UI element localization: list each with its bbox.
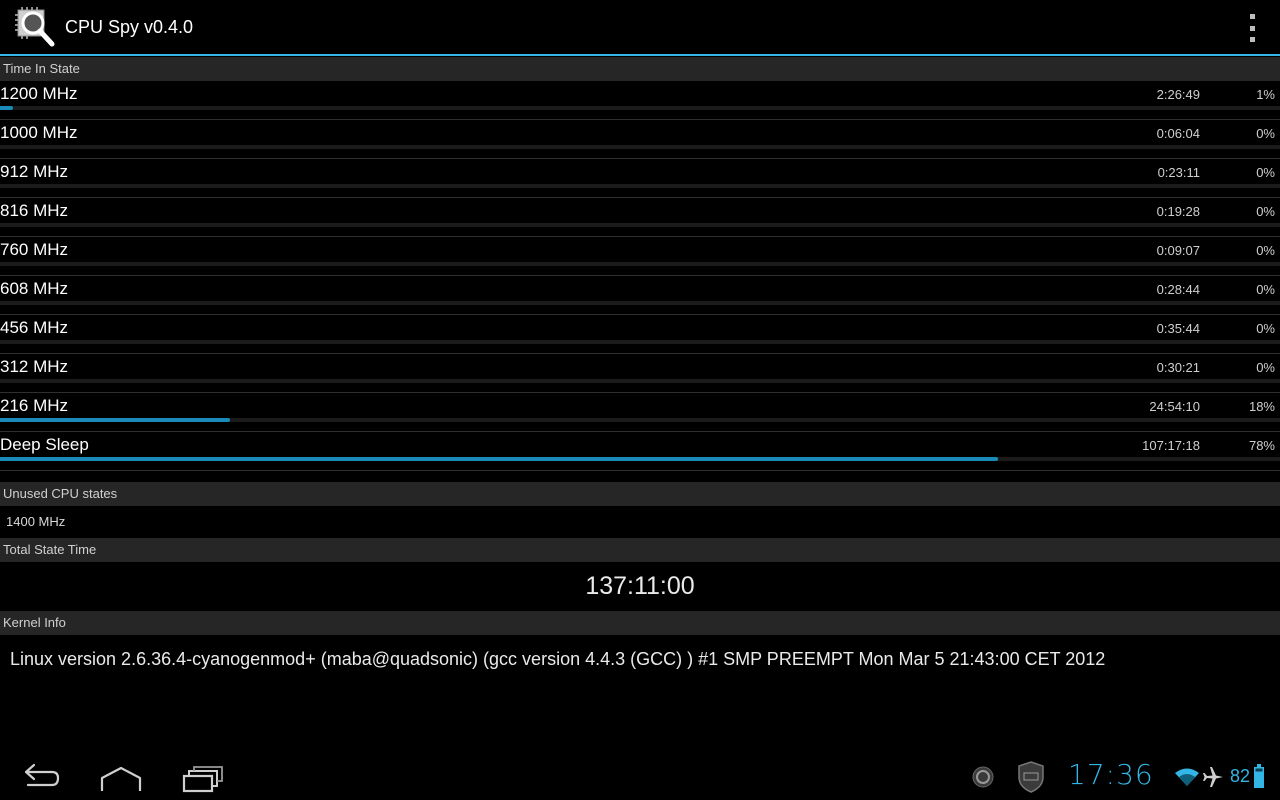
state-name: Deep Sleep	[0, 435, 89, 454]
state-row: 1000 MHz 0:06:04 0%	[0, 120, 1280, 159]
state-progress-track	[0, 379, 1280, 383]
state-row: 608 MHz 0:28:44 0%	[0, 276, 1280, 315]
battery-icon	[1254, 764, 1264, 788]
state-percent: 0%	[1256, 243, 1275, 258]
state-percent: 0%	[1256, 321, 1275, 336]
state-progress-bar	[0, 418, 231, 422]
action-bar: CPU Spy v0.4.0	[0, 0, 1280, 56]
lbe-shield-icon[interactable]	[1016, 760, 1046, 794]
state-progress-track	[0, 340, 1280, 344]
state-name: 1000 MHz	[0, 123, 78, 142]
state-time: 107:17:18	[1142, 438, 1200, 453]
state-row: 912 MHz 0:23:11 0%	[0, 159, 1280, 198]
state-name: 816 MHz	[0, 201, 69, 220]
state-percent: 0%	[1256, 126, 1275, 141]
state-time: 0:35:44	[1156, 321, 1200, 336]
state-progress-track	[0, 145, 1280, 149]
wifi-icon	[1175, 768, 1199, 786]
home-icon[interactable]	[96, 760, 146, 794]
state-time: 0:09:07	[1156, 243, 1200, 258]
state-time: 0:23:11	[1157, 165, 1200, 180]
state-percent: 0%	[1256, 360, 1275, 375]
state-time: 0:28:44	[1156, 282, 1200, 297]
state-time: 0:06:04	[1156, 126, 1200, 141]
state-row: 760 MHz 0:09:07 0%	[0, 237, 1280, 276]
state-row: 1200 MHz 2:26:49 1%	[0, 81, 1280, 120]
state-name: 312 MHz	[0, 357, 69, 376]
state-percent: 78%	[1248, 438, 1275, 453]
state-percent: 0%	[1256, 204, 1275, 219]
airplane-mode-icon	[1203, 767, 1223, 787]
back-icon[interactable]	[16, 760, 66, 794]
app-title: CPU Spy v0.4.0	[65, 17, 194, 37]
state-progress-track	[0, 184, 1280, 188]
recent-apps-icon[interactable]	[178, 760, 228, 794]
action-bar-divider	[0, 54, 1280, 56]
unused-states-header: Unused CPU states	[0, 482, 1280, 506]
state-name: 216 MHz	[0, 396, 69, 415]
state-time: 0:30:21	[1156, 360, 1200, 375]
overflow-menu-icon[interactable]	[1246, 14, 1258, 42]
state-progress-track	[0, 418, 1280, 422]
state-progress-bar	[0, 457, 999, 461]
state-row: 216 MHz 24:54:10 18%	[0, 393, 1280, 432]
state-time: 24:54:10	[1149, 399, 1200, 414]
time-in-state-header: Time In State	[0, 57, 1280, 81]
state-progress-track	[0, 301, 1280, 305]
state-progress-track	[0, 223, 1280, 227]
state-progress-track	[0, 457, 1280, 461]
state-progress-track	[0, 106, 1280, 110]
state-row: Deep Sleep 107:17:18 78%	[0, 432, 1280, 471]
status-clock: 17:36	[1068, 758, 1154, 791]
system-bar: 17:36 82	[0, 752, 1280, 800]
notification-circle-icon[interactable]	[972, 766, 994, 788]
total-state-time: 137:11:00	[585, 572, 695, 600]
state-row: 816 MHz 0:19:28 0%	[0, 198, 1280, 237]
state-name: 760 MHz	[0, 240, 69, 259]
state-row: 456 MHz 0:35:44 0%	[0, 315, 1280, 354]
state-row: 312 MHz 0:30:21 0%	[0, 354, 1280, 393]
state-name: 1200 MHz	[0, 84, 78, 103]
state-time: 0:19:28	[1156, 204, 1200, 219]
state-time: 2:26:49	[1156, 87, 1200, 102]
cpu-magnifier-icon[interactable]	[14, 6, 58, 50]
states-list: 1200 MHz 2:26:49 1% 1000 MHz 0:06:04 0% 912 MH…	[0, 81, 1280, 471]
battery-level: 82	[1230, 766, 1251, 786]
unused-state-value: 1400 MHz	[6, 514, 66, 529]
kernel-info-header: Kernel Info	[0, 611, 1280, 635]
state-percent: 0%	[1256, 282, 1275, 297]
state-progress-bar	[0, 106, 13, 110]
state-percent: 18%	[1248, 399, 1275, 414]
state-percent: 1%	[1256, 87, 1275, 102]
state-name: 912 MHz	[0, 162, 69, 181]
total-time-header: Total State Time	[0, 538, 1280, 562]
state-name: 456 MHz	[0, 318, 69, 337]
state-name: 608 MHz	[0, 279, 69, 298]
state-progress-track	[0, 262, 1280, 266]
state-percent: 0%	[1256, 165, 1275, 180]
kernel-info-text: Linux version 2.6.36.4-cyanogenmod+ (mab…	[10, 649, 1106, 669]
